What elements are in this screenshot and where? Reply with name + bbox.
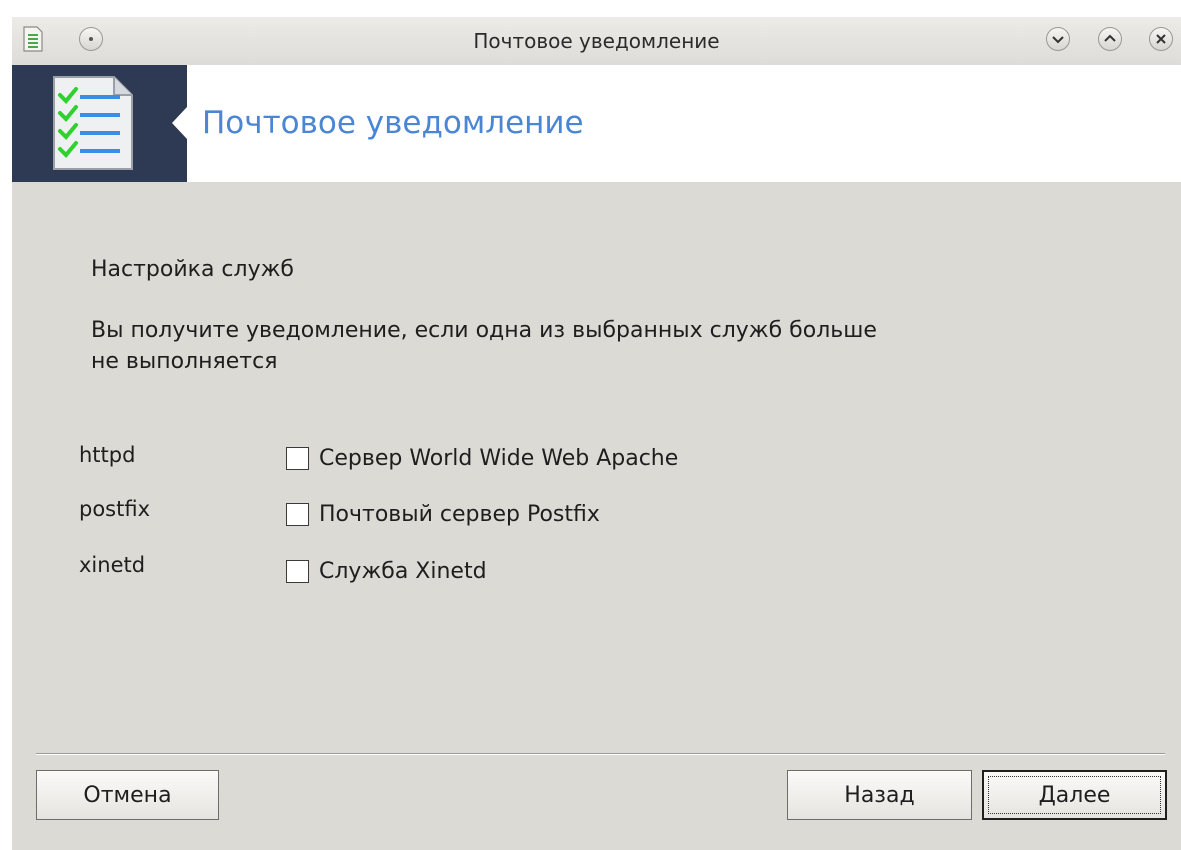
service-name-postfix: postfix: [79, 497, 151, 521]
service-checkbox-row-xinetd[interactable]: Служба Xinetd: [286, 557, 487, 585]
header-title: Почтовое уведомление: [202, 105, 584, 141]
checkbox-postfix[interactable]: [286, 502, 309, 526]
banner-notch: [162, 65, 202, 182]
service-name-xinetd: xinetd: [79, 553, 146, 577]
chevron-up-icon: [1104, 34, 1116, 42]
back-button-label: Назад: [844, 782, 915, 808]
cancel-button[interactable]: Отмена: [36, 770, 219, 820]
close-button[interactable]: [1149, 27, 1173, 51]
service-name-httpd: httpd: [79, 443, 136, 467]
checkbox-xinetd[interactable]: [286, 559, 309, 583]
back-button[interactable]: Назад: [787, 770, 972, 820]
maximize-button[interactable]: [1098, 27, 1122, 51]
minimize-button[interactable]: [1046, 27, 1070, 51]
description-line-1: Вы получите уведомление, если одна из вы…: [91, 318, 877, 343]
chevron-down-icon: [1052, 36, 1064, 44]
description-line-2: не выполняется: [91, 349, 278, 374]
button-separator: [36, 753, 1165, 755]
service-checkbox-row-httpd[interactable]: Сервер World Wide Web Apache: [286, 444, 678, 472]
checkbox-label-httpd[interactable]: Сервер World Wide Web Apache: [319, 446, 678, 471]
window-title: Почтовое уведомление: [473, 29, 720, 53]
service-checkbox-row-postfix[interactable]: Почтовый сервер Postfix: [286, 500, 600, 528]
checkbox-label-xinetd[interactable]: Служба Xinetd: [319, 559, 487, 584]
wizard-window: Почтовое уведомление Почтовое уведомлени…: [12, 17, 1181, 850]
next-button[interactable]: Далее: [982, 770, 1167, 820]
close-icon: [1156, 34, 1166, 44]
checklist-document-icon: [36, 73, 146, 177]
section-title: Настройка служб: [91, 257, 294, 282]
header-banner: Почтовое уведомление: [12, 65, 1181, 182]
checkbox-httpd[interactable]: [286, 446, 309, 470]
checkbox-label-postfix[interactable]: Почтовый сервер Postfix: [319, 502, 600, 527]
title-bar: Почтовое уведомление: [12, 17, 1181, 65]
focus-ring: [988, 776, 1161, 814]
cancel-button-label: Отмена: [83, 782, 172, 808]
